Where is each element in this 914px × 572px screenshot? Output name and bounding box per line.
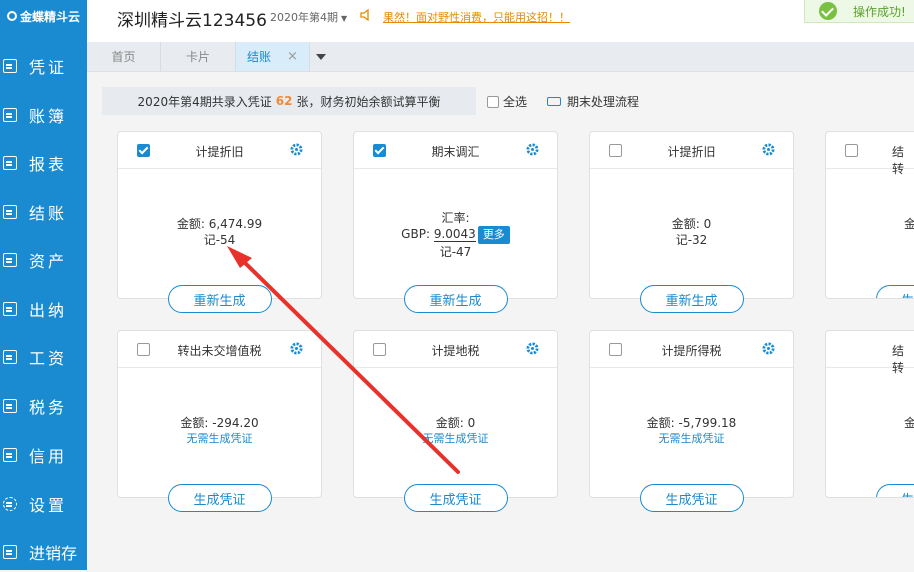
annotation-arrow (227, 246, 460, 474)
